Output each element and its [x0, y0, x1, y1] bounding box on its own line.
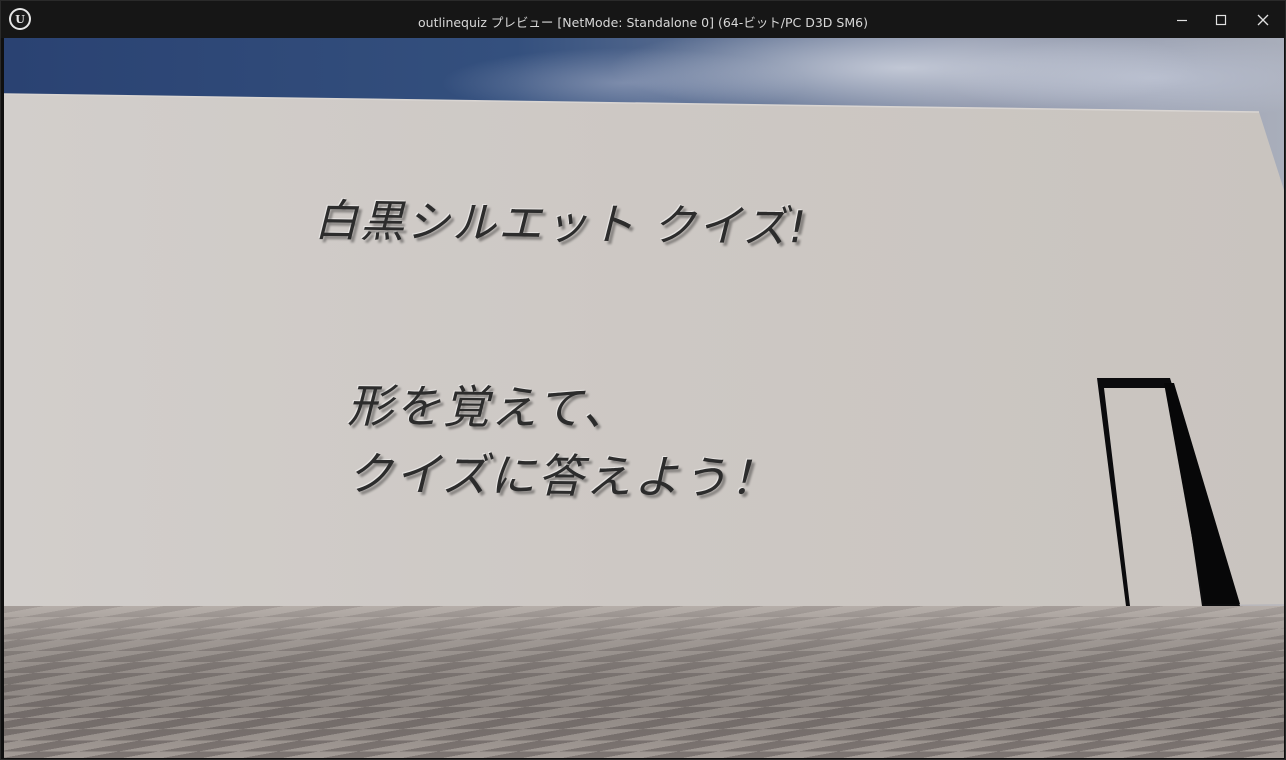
- game-viewport[interactable]: 白黒シルエット クイズ! 形を覚えて、 クイズに答えよう！: [4, 38, 1284, 758]
- quiz-message-line2: クイズに答えよう！: [347, 446, 778, 506]
- title-bar[interactable]: U outlinequiz プレビュー [NetMode: Standalone…: [1, 1, 1285, 38]
- checker-floor: [4, 604, 1284, 758]
- preview-window: U outlinequiz プレビュー [NetMode: Standalone…: [0, 0, 1286, 760]
- close-button[interactable]: [1242, 1, 1284, 38]
- maximize-icon: [1215, 14, 1227, 25]
- maximize-button[interactable]: [1200, 1, 1242, 38]
- front-wall: [4, 94, 1284, 606]
- close-icon: [1257, 14, 1269, 25]
- quiz-title-text: 白黒シルエット クイズ!: [314, 195, 809, 254]
- quiz-message: 形を覚えて、 クイズに答えよう！: [347, 372, 778, 513]
- window-title: outlinequiz プレビュー [NetMode: Standalone 0…: [418, 15, 868, 30]
- minimize-button[interactable]: [1161, 1, 1203, 38]
- quiz-message-line1: 形を覚えて、: [347, 378, 631, 436]
- minimize-icon: [1177, 19, 1187, 21]
